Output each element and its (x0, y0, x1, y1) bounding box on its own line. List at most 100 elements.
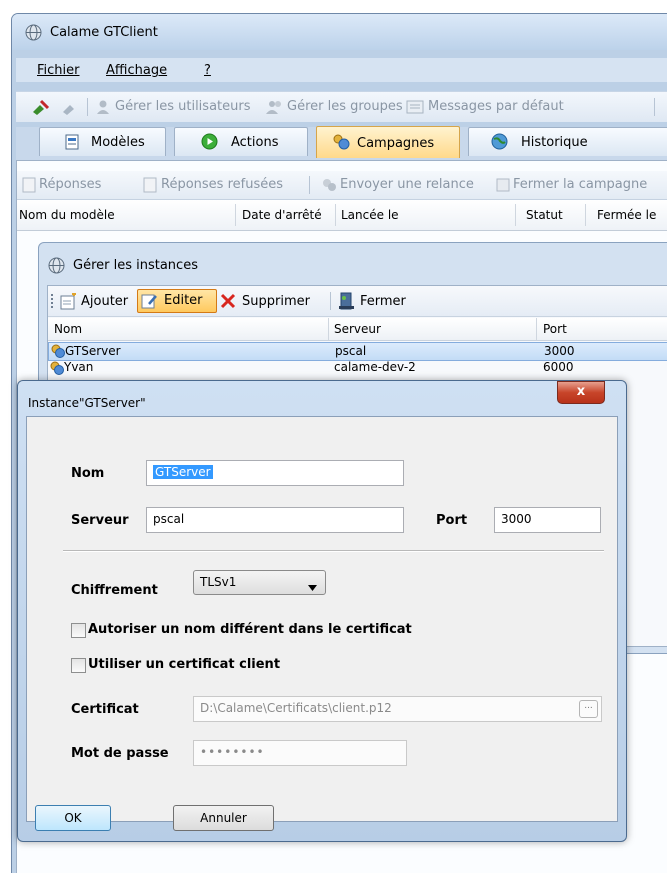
dialog-close-button[interactable]: x (557, 381, 605, 404)
name-label: Nom (71, 466, 105, 481)
toolbar-separator (654, 98, 655, 116)
dialog-body: Nom GTServer Serveur pscal Port 3000 Chi… (26, 416, 618, 822)
close-campaign-button[interactable]: Fermer la campagne (513, 177, 647, 192)
tab-historique-label: Historique (521, 135, 588, 150)
client-certificate-checkbox[interactable] (71, 658, 86, 673)
column-header[interactable]: Nom (54, 322, 82, 336)
menu-help[interactable]: ? (204, 63, 211, 78)
browse-button: ... (579, 700, 598, 718)
dialog-title: Instance"GTServer" (28, 396, 146, 410)
chevron-down-icon (308, 580, 317, 594)
tab-bar: Modèles Actions Campagnes Historique (16, 126, 667, 160)
column-header[interactable]: Date d'arrêté (242, 208, 322, 222)
port-field[interactable]: 3000 (494, 507, 601, 533)
tab-campagnes[interactable]: Campagnes (316, 126, 460, 158)
column-header[interactable]: Statut (526, 208, 563, 222)
responses-button[interactable]: Réponses (39, 177, 101, 192)
delete-icon (220, 293, 236, 312)
column-header[interactable]: Lancée le (341, 208, 399, 222)
menu-bar: Fichier Affichage ? (16, 58, 667, 82)
messages-icon (406, 100, 424, 117)
instance-server: pscal (335, 344, 367, 358)
port-label: Port (436, 513, 468, 528)
instance-port: 6000 (543, 360, 574, 374)
app-globe-icon (48, 257, 65, 277)
play-icon (201, 133, 218, 154)
allow-different-name-checkbox[interactable] (71, 623, 86, 638)
column-divider (515, 204, 516, 226)
column-divider (585, 204, 586, 226)
column-header[interactable]: Fermée le (597, 208, 656, 222)
users-icon (96, 99, 110, 118)
password-label: Mot de passe (71, 746, 169, 761)
tab-modeles-label: Modèles (91, 135, 145, 150)
certificate-path: D:\Calame\Certificats\client.p12 (200, 701, 392, 715)
cipher-value: TLSv1 (200, 575, 237, 589)
close-door-icon (338, 292, 355, 313)
instance-port: 3000 (544, 344, 575, 358)
refused-responses-button[interactable]: Réponses refusées (161, 177, 283, 192)
refused-responses-icon (143, 177, 157, 196)
column-divider (536, 318, 537, 340)
instances-list-header: Nom Serveur Port (48, 318, 667, 341)
tab-actions[interactable]: Actions (174, 127, 308, 156)
instance-name: Yvan (64, 360, 94, 374)
client-certificate-label[interactable]: Utiliser un certificat client (88, 657, 280, 672)
section-divider (63, 550, 604, 552)
toolbar-separator (330, 292, 331, 310)
menu-fichier[interactable]: Fichier (37, 63, 80, 78)
delete-button[interactable]: Supprimer (242, 294, 310, 309)
column-divider (335, 204, 336, 226)
send-reminder-icon (320, 177, 338, 196)
edit-button-label: Editer (164, 293, 203, 308)
tab-modeles[interactable]: Modèles (39, 127, 166, 156)
tab-campagnes-label: Campagnes (357, 136, 435, 151)
toolbar-separator (87, 98, 88, 116)
name-field[interactable]: GTServer (146, 460, 404, 486)
toolbar-grip (51, 294, 55, 308)
window-title: Calame GTClient (50, 25, 158, 40)
users-icon (331, 133, 351, 155)
instance-server: calame-dev-2 (334, 360, 416, 374)
title-bar: Calame GTClient (12, 14, 667, 50)
default-messages-button[interactable]: Messages par défaut (428, 99, 564, 114)
menu-affichage[interactable]: Affichage (106, 63, 167, 78)
close-campaign-icon (495, 177, 511, 196)
manage-groups-button[interactable]: Gérer les groupes (287, 99, 403, 114)
toolbar-separator (309, 176, 310, 194)
server-label: Serveur (71, 513, 129, 528)
add-button[interactable]: Ajouter (81, 294, 128, 309)
manage-users-button[interactable]: Gérer les utilisateurs (115, 99, 250, 114)
connect-icon[interactable] (31, 98, 51, 119)
cipher-select[interactable]: TLSv1 (193, 570, 326, 595)
edit-button[interactable]: Editer (137, 289, 217, 313)
close-button[interactable]: Fermer (360, 294, 406, 309)
ok-button[interactable]: OK (35, 805, 111, 831)
cancel-button[interactable]: Annuler (173, 805, 274, 831)
globe-icon (491, 133, 508, 154)
instance-dialog: Instance"GTServer" x Nom GTServer Serveu… (17, 380, 627, 842)
send-reminder-button[interactable]: Envoyer une relance (340, 177, 474, 192)
column-divider (235, 204, 236, 226)
password-field: •••••••• (193, 740, 407, 766)
column-header[interactable]: Serveur (334, 322, 381, 336)
allow-different-name-label[interactable]: Autoriser un nom différent dans le certi… (88, 622, 412, 637)
instances-window-title: Gérer les instances (73, 258, 198, 273)
name-field-value: GTServer (153, 465, 213, 479)
column-header[interactable]: Nom du modèle (19, 208, 115, 222)
server-field[interactable]: pscal (146, 507, 404, 533)
edit-icon (141, 292, 158, 312)
column-divider (328, 318, 329, 340)
groups-icon (266, 99, 284, 118)
certificate-label: Certificat (71, 702, 139, 717)
app-globe-icon (25, 24, 42, 44)
certificate-field: D:\Calame\Certificats\client.p12 ... (193, 696, 602, 722)
instance-icon (49, 360, 65, 379)
disconnect-icon[interactable] (61, 98, 79, 119)
column-header[interactable]: Port (543, 322, 567, 336)
instance-name: GTServer (65, 344, 121, 358)
campaigns-toolbar: Réponses Réponses refusées Envoyer une r… (17, 171, 667, 200)
document-icon (65, 134, 79, 154)
instance-row[interactable]: Yvan calame-dev-2 6000 (48, 359, 667, 376)
tab-historique[interactable]: Historique (468, 127, 667, 156)
